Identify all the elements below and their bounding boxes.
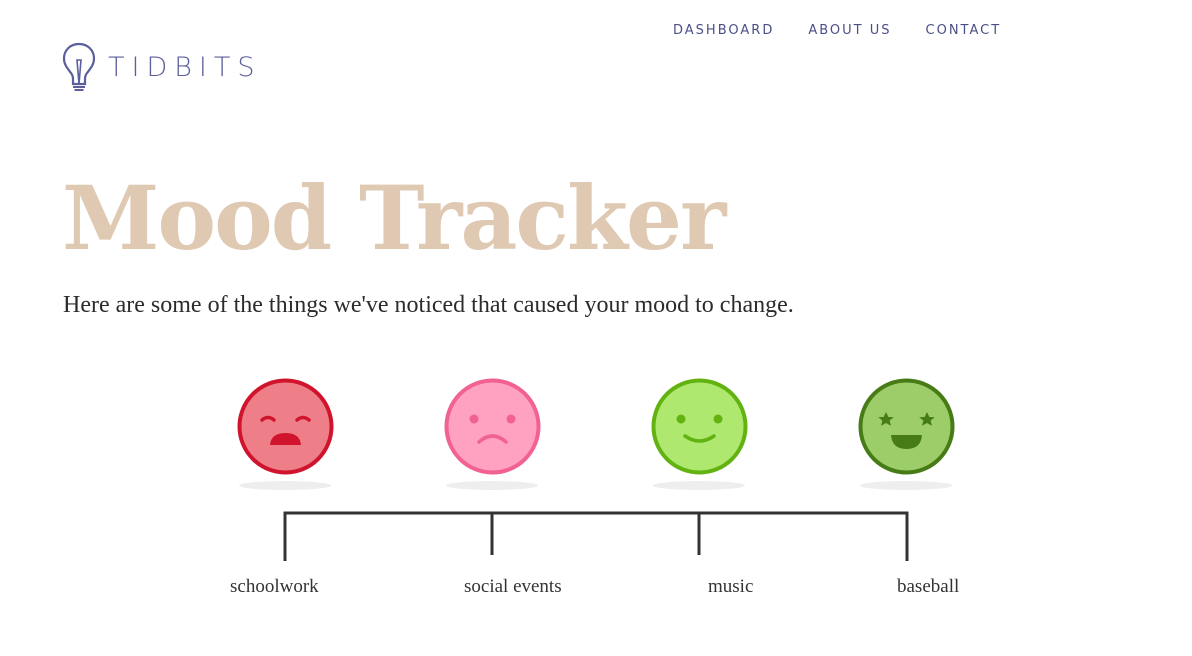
top-nav: DASHBOARD ABOUT US CONTACT — [673, 23, 1035, 39]
crying-face-icon — [237, 378, 334, 475]
face-shadow — [860, 481, 952, 490]
nav-about-us-link[interactable]: ABOUT US — [808, 23, 891, 39]
page-title: Mood Tracker — [62, 166, 726, 270]
face-shadow — [446, 481, 538, 490]
face-shadow — [239, 481, 331, 490]
face-shadow — [653, 481, 745, 490]
logo-link[interactable]: TIDBITS — [62, 42, 262, 92]
nav-contact-link[interactable]: CONTACT — [926, 23, 1002, 39]
lightbulb-icon — [62, 42, 96, 91]
smiling-face-icon — [651, 378, 748, 475]
star-eyes-face-icon — [858, 378, 955, 475]
sad-face-icon — [444, 378, 541, 475]
category-label-schoolwork: schoolwork — [230, 576, 319, 597]
category-label-baseball: baseball — [897, 576, 960, 597]
brand-name: TIDBITS — [108, 51, 262, 83]
page-subtitle: Here are some of the things we've notice… — [63, 292, 794, 318]
mood-timeline — [283, 511, 909, 561]
category-label-social-events: social events — [464, 576, 562, 597]
nav-dashboard-link[interactable]: DASHBOARD — [673, 23, 774, 39]
category-label-music: music — [708, 576, 754, 597]
